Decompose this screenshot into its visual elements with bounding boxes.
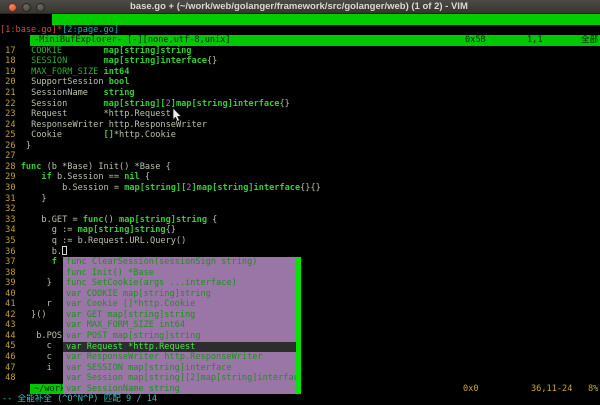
line-number: 20 [0, 77, 21, 87]
completion-item[interactable]: var SESSION map[string]interface [63, 363, 301, 374]
completion-item[interactable]: var MAX_FORM_SIZE int64 [63, 320, 301, 331]
code-line[interactable]: 35 q := b.Request.URL.Query() [0, 236, 600, 247]
code-line[interactable]: 18 SESSION map[string]interface{} [0, 56, 600, 67]
minibufexplorer-list: [1:base.go]*[2:page.go] [0, 25, 600, 36]
code-line[interactable]: 19 MAX_FORM_SIZE int64 [0, 67, 600, 78]
code-line[interactable]: 17 COOKIE map[string]string [0, 46, 600, 57]
code-line[interactable]: 32 [0, 204, 600, 215]
mbe-status-label: -MiniBufExplorer- [-][none,utf-8,unix] [34, 35, 231, 46]
completion-item[interactable]: func SetCookie(args ...interface) [63, 278, 301, 289]
line-number: 27 [0, 151, 21, 161]
completion-item[interactable]: var GET map[string]string [63, 310, 301, 321]
file-ruler-position: 36,11-24 [531, 384, 572, 395]
line-number: 29 [0, 172, 21, 182]
line-number: 46 [0, 352, 21, 362]
mbe-status-bar: -MiniBufExplorer- [-][none,utf-8,unix] [30, 35, 600, 46]
code-line[interactable]: 28 func (b *Base) Init() *Base { [0, 162, 600, 173]
line-number: 19 [0, 67, 21, 77]
completion-item[interactable]: func ClearSession(sessionSign string) [63, 257, 301, 268]
line-number: 35 [0, 236, 21, 246]
line-number: 31 [0, 194, 21, 204]
code-line[interactable]: 30 b.Session = map[string][2]map[string]… [0, 183, 600, 194]
line-number: 23 [0, 109, 21, 119]
buffer-tab[interactable]: [1:base.go]* [0, 25, 62, 35]
vim-tabline[interactable]: 2+ base.go [0, 14, 600, 25]
line-number: 21 [0, 88, 21, 98]
line-number: 48 [0, 373, 21, 383]
code-line[interactable]: 20 SupportSession bool [0, 77, 600, 88]
file-ruler-hex: 0x0 [463, 384, 479, 395]
line-number: 22 [0, 99, 21, 109]
line-number: 45 [0, 341, 21, 351]
line-number: 33 [0, 215, 21, 225]
mouse-cursor-icon [172, 108, 183, 123]
completion-popup: func ClearSession(sessionSign string)fun… [63, 257, 301, 394]
code-line[interactable]: 25 Cookie []*http.Cookie [0, 130, 600, 141]
tabline-fill [52, 14, 600, 25]
line-number: 43 [0, 320, 21, 330]
code-line[interactable]: 29 if b.Session == nil { [0, 172, 600, 183]
code-line[interactable]: 27 [0, 151, 600, 162]
line-number: 38 [0, 268, 21, 278]
code-line[interactable]: 36 b. [0, 246, 600, 257]
line-number: 39 [0, 278, 21, 288]
minimize-button[interactable] [22, 3, 31, 12]
vim-window: base.go + (~/work/web/golanger/framework… [0, 0, 600, 405]
file-ruler-scroll: 8% [588, 384, 598, 395]
line-number: 24 [0, 120, 21, 130]
line-number: 32 [0, 204, 21, 214]
text-cursor [62, 246, 67, 255]
code-line[interactable]: 26 } [0, 141, 600, 152]
code-line[interactable]: 23 Request *http.Request [0, 109, 600, 120]
line-number: 42 [0, 310, 21, 320]
completion-item[interactable]: var Cookie []*http.Cookie [63, 299, 301, 310]
completion-item[interactable]: var COOKIE map[string]string [63, 289, 301, 300]
line-number: 30 [0, 183, 21, 193]
line-number: 25 [0, 130, 21, 140]
completion-item[interactable]: var POST map[string]string [63, 331, 301, 342]
line-number: 28 [0, 162, 21, 172]
window-title: base.go + (~/work/web/golanger/framework… [130, 1, 468, 12]
completion-item-selected[interactable]: var Request *http.Request [63, 342, 301, 353]
line-number: 18 [0, 56, 21, 66]
mbe-ruler-position: 1,1 [527, 35, 543, 46]
line-number: 36 [0, 247, 21, 257]
completion-item[interactable]: var Session map[string][2]map[string]int… [63, 373, 301, 384]
completion-item[interactable]: var SessionName string [63, 384, 301, 395]
mbe-ruler-scroll: 全部 [581, 35, 598, 46]
close-button[interactable] [8, 3, 17, 12]
code-line[interactable]: 31 } [0, 194, 600, 205]
code-line[interactable]: 24 ResponseWriter http.ResponseWriter [0, 120, 600, 131]
code-line[interactable]: 34 g := map[string]string{} [0, 225, 600, 236]
line-number: 47 [0, 363, 21, 373]
line-number: 37 [0, 257, 21, 267]
line-number: 44 [0, 331, 21, 341]
line-number: 41 [0, 299, 21, 309]
window-titlebar[interactable]: base.go + (~/work/web/golanger/framework… [0, 0, 600, 14]
completion-item[interactable]: func Init() *Base [63, 268, 301, 279]
buffer-tab[interactable]: [2:page.go] [62, 25, 119, 35]
line-number: 26 [0, 141, 21, 151]
code-line[interactable]: 21 SessionName string [0, 88, 600, 99]
maximize-button[interactable] [36, 3, 45, 12]
popup-scrollbar[interactable] [296, 257, 301, 394]
code-line[interactable]: 33 b.GET = func() map[string]string { [0, 215, 600, 226]
line-number: 34 [0, 225, 21, 235]
mbe-ruler-hex: 0x5B [465, 35, 486, 46]
line-number: 17 [0, 46, 21, 56]
minibufexplorer-statusline[interactable]: 3 -MiniBufExplorer- [-][none,utf-8,unix]… [0, 35, 600, 46]
line-number: 40 [0, 289, 21, 299]
command-line: -- 全能补全 (^O^N^P) 匹配 9 / 14 [0, 394, 600, 405]
code-line[interactable]: 22 Session map[string][2]map[string]inte… [0, 99, 600, 110]
completion-item[interactable]: var ResponseWriter http.ResponseWriter [63, 352, 301, 363]
